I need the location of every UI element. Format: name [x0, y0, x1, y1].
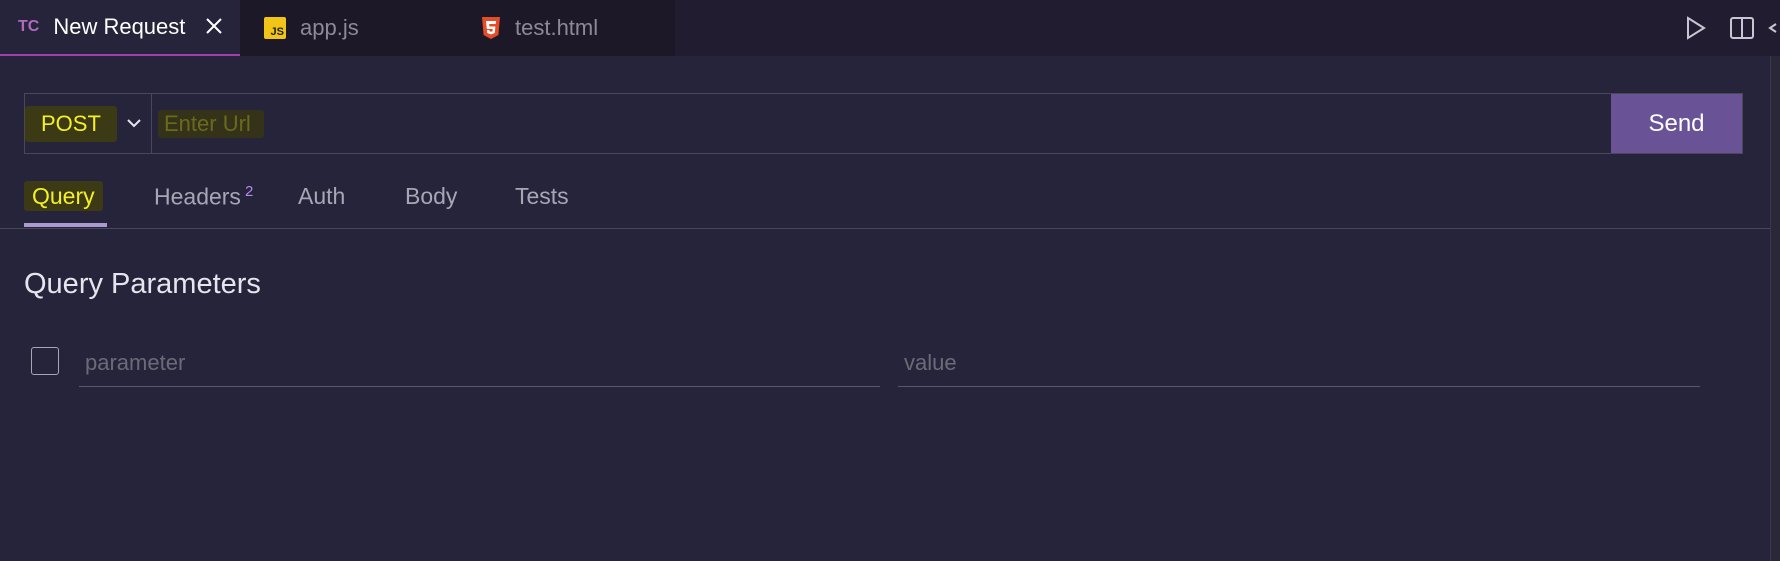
tab-label: test.html	[515, 15, 599, 40]
request-tabs: Query Headers 2 Auth Body Tests	[0, 175, 1770, 229]
tab-body[interactable]: Body	[405, 183, 457, 210]
tab-tests[interactable]: Tests	[515, 183, 569, 210]
tab-auth[interactable]: Auth	[298, 183, 345, 210]
tab-new-request[interactable]: TC New Request	[0, 0, 240, 56]
editor-tab-bar: TC New Request JS app.js test.html	[0, 0, 1780, 56]
param-value-input[interactable]	[898, 344, 1700, 382]
more-actions-icon[interactable]	[1760, 10, 1780, 46]
url-input-wrapper	[152, 94, 1611, 153]
method-select[interactable]: POST	[25, 94, 152, 153]
send-button[interactable]: Send	[1611, 94, 1742, 153]
url-input[interactable]	[152, 94, 1611, 153]
close-icon[interactable]	[200, 12, 228, 40]
param-enabled-checkbox[interactable]	[31, 347, 59, 375]
tab-headers[interactable]: Headers 2	[154, 183, 253, 211]
param-name-field	[79, 344, 880, 387]
html5-file-icon	[481, 17, 501, 39]
request-url-bar: POST Send	[24, 93, 1743, 154]
tab-label: app.js	[300, 15, 359, 40]
method-label: POST	[25, 105, 117, 142]
editor-actions	[1678, 10, 1780, 46]
play-icon[interactable]	[1678, 10, 1714, 46]
javascript-file-icon: JS	[264, 17, 286, 39]
tab-app-js[interactable]: JS app.js	[240, 0, 455, 56]
tab-label: New Request	[53, 14, 186, 39]
tab-headers-label: Headers	[154, 183, 241, 210]
chevron-down-icon	[125, 114, 143, 137]
tab-query-label: Query	[24, 181, 103, 211]
scrollbar[interactable]	[1770, 56, 1780, 561]
param-value-field	[898, 344, 1700, 387]
tc-icon: TC	[18, 18, 40, 35]
section-title: Query Parameters	[24, 268, 261, 300]
tab-body-label: Body	[405, 183, 458, 209]
query-param-row	[31, 344, 1701, 388]
active-tab-indicator	[24, 223, 107, 227]
param-name-input[interactable]	[79, 344, 880, 382]
tab-auth-label: Auth	[298, 183, 346, 209]
tab-query[interactable]: Query	[24, 181, 103, 211]
headers-count-badge: 2	[244, 183, 254, 200]
tab-test-html[interactable]: test.html	[455, 0, 675, 56]
split-editor-icon[interactable]	[1724, 10, 1760, 46]
tab-tests-label: Tests	[515, 183, 569, 209]
